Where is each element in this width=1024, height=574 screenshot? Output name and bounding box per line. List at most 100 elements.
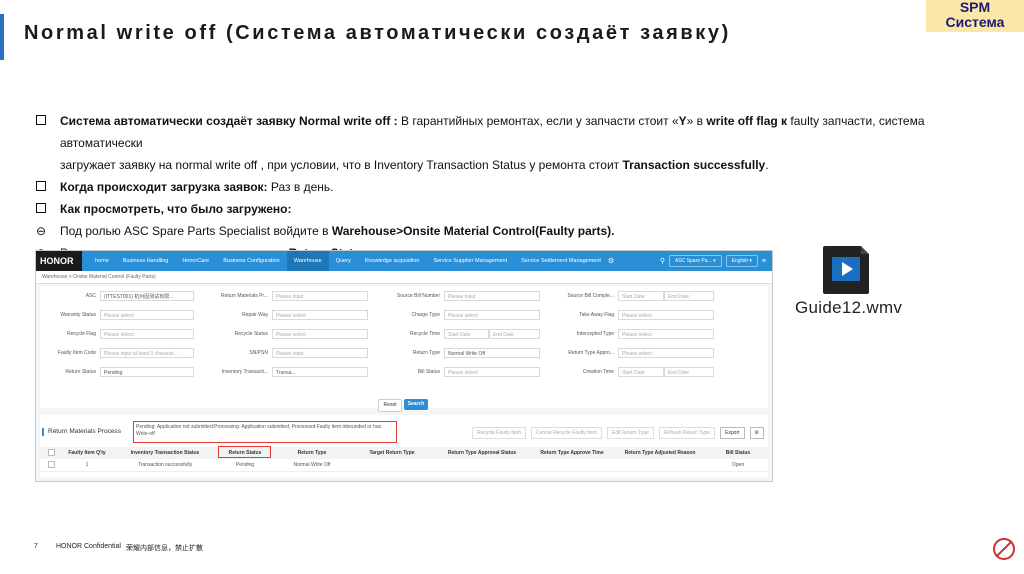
warranty-select[interactable]: Please select — [100, 310, 194, 320]
nav-item[interactable]: Business Configuration — [216, 251, 287, 271]
sbc-start-date[interactable]: Start Date — [618, 291, 664, 301]
app-navbar: HONOR home Business Handling HonorCare Busi… — [36, 251, 772, 271]
spm-badge: SPM Система — [926, 0, 1024, 32]
recycle-start-date[interactable]: Start Date — [444, 329, 489, 339]
nav-item[interactable]: HonorCare — [175, 251, 216, 271]
cancel-recycle-button[interactable]: Cancel Recycle Faulty Item — [531, 427, 602, 439]
creation-start-date[interactable]: Start Date — [618, 367, 664, 377]
refresh-return-type-button[interactable]: Refresh Return Type — [659, 427, 716, 439]
bill-status-select[interactable]: Please select — [444, 367, 540, 377]
cell — [532, 459, 612, 471]
export-button[interactable]: Export — [720, 427, 745, 439]
cell: Transaction successfully — [137, 462, 193, 468]
rta-select[interactable]: Please select — [618, 348, 714, 358]
nav-item[interactable]: Business Handling — [116, 251, 176, 271]
gear-icon[interactable]: ⚙ — [608, 257, 614, 265]
play-icon — [842, 262, 853, 276]
sbc-field: Source Bill Comple... Start Date End Date — [542, 290, 714, 302]
row-checkbox[interactable] — [40, 459, 62, 471]
nav-item[interactable]: Query — [329, 251, 358, 271]
return-status-highlight — [218, 446, 271, 458]
nav-item[interactable]: Service Supplier Management — [426, 251, 514, 271]
sbc-end-date[interactable]: End Date — [664, 291, 714, 301]
creation-time-field: Creation Time Start Date End Date — [542, 366, 714, 378]
nav-item[interactable]: Warehouse — [286, 251, 329, 271]
return-materials-section: Return Materials Process Pending: Applic… — [40, 415, 768, 477]
square-bullet-icon — [36, 180, 46, 194]
source-bill-input[interactable]: Please input — [444, 291, 540, 301]
sn-field: SN/PSN Please input — [200, 347, 368, 359]
col-header: Inventory Transaction Status — [130, 450, 200, 456]
bullet-item: Система автоматически создаёт заявку Nor… — [36, 110, 996, 154]
section-title: Return Materials Process — [42, 428, 121, 436]
col-header: Return Type — [297, 450, 327, 456]
title-accent-bar — [0, 14, 4, 60]
charge-type-select[interactable]: Please select — [444, 310, 540, 320]
col-header: Return Type Approval Status — [447, 450, 517, 456]
inventory-select[interactable]: Transa... — [272, 367, 368, 377]
search-button[interactable]: Search — [404, 399, 428, 410]
recycle-end-date[interactable]: End Date — [489, 329, 540, 339]
search-icon[interactable]: ⚲ — [660, 257, 665, 265]
return-status-select[interactable]: Pending — [100, 367, 194, 377]
cell: Normal Write Off — [293, 462, 331, 468]
repair-way-select[interactable]: Please select — [272, 310, 368, 320]
col-header: Target Return Type — [369, 450, 415, 456]
source-bill-field: Source Bill Number Please input — [370, 290, 540, 302]
language-select[interactable]: English ▾ — [725, 255, 758, 267]
cell: Pending — [235, 462, 255, 468]
footer-cn-text: 荣耀内部信息，禁止扩散 — [126, 545, 203, 552]
rmp-input[interactable]: Please input — [272, 291, 368, 301]
sn-input[interactable]: Please input — [272, 348, 368, 358]
no-distribution-icon — [993, 538, 1015, 560]
repair-way-field: Repair Way Please select — [200, 309, 368, 321]
circle-minus-bullet-icon: ⊖ — [36, 224, 47, 238]
status-tooltip: Pending: Application not submitted;Proce… — [133, 421, 397, 443]
video-file-icon[interactable] — [823, 246, 869, 294]
reset-button[interactable]: Reset — [378, 399, 402, 412]
cell — [432, 459, 532, 471]
menu-icon[interactable]: ≡ — [762, 258, 766, 265]
square-bullet-icon — [36, 202, 46, 216]
slide-title: Normal write off (Система автоматически … — [24, 22, 731, 44]
asc-field: ASC (ITTEST001) 杭州固测试有限... — [40, 290, 194, 302]
faulty-code-input[interactable]: Please input at least 3 characte... — [100, 348, 194, 358]
settings-icon[interactable]: ⚙ — [749, 427, 764, 439]
faulty-code-field: Faulty Item Code Please input at least 3 … — [40, 347, 194, 359]
recycle-time-field: Recycle Time Start Date End Date — [370, 328, 540, 340]
nav-menu: home Business Handling HonorCare Business C… — [88, 251, 608, 271]
return-status-field: Return Status Pending — [40, 366, 194, 378]
bullet-text: загружает заявку на normal write off , п… — [60, 158, 769, 172]
recycle-status-select[interactable]: Please select — [272, 329, 368, 339]
nav-item[interactable]: home — [88, 251, 116, 271]
warranty-field: Warranty Status Please select — [40, 309, 194, 321]
rmp-field: Return Materials Pr... Please input — [200, 290, 368, 302]
app-screenshot: HONOR home Business Handling HonorCare Busi… — [35, 250, 773, 482]
bullet-continuation: загружает заявку на normal write off , п… — [36, 154, 996, 176]
role-select[interactable]: ASC Spare Pa... ▾ — [669, 255, 722, 267]
col-header: Bill Status — [725, 450, 751, 456]
bullet-text: Под ролью ASC Spare Parts Specialist вой… — [60, 224, 615, 238]
creation-end-date[interactable]: End Date — [664, 367, 714, 377]
recycle-flag-select[interactable]: Please select — [100, 329, 194, 339]
nav-item[interactable]: Knowledge acquisition — [358, 251, 427, 271]
asc-select[interactable]: (ITTEST001) 杭州固测试有限... — [100, 291, 194, 301]
col-header: Faulty Item Q'ty — [68, 450, 106, 456]
edit-return-type-button[interactable]: Edit Return Type — [606, 427, 655, 439]
rta-field: Return Type Appro... Please select — [542, 347, 714, 359]
intercepted-select[interactable]: Please select — [618, 329, 714, 339]
table-header: Faulty Item Q'ty Inventory Transaction S… — [40, 447, 768, 459]
select-all-checkbox[interactable] — [40, 447, 62, 459]
bullet-text: Как просмотреть, что было загружено: — [60, 202, 292, 216]
table-row[interactable]: 1 Transaction successfully Pending Norma… — [40, 459, 768, 472]
badge-line1: SPM — [959, 0, 991, 15]
table-toolbar: Recycle Faulty Item Cancel Recycle Fault… — [472, 427, 764, 439]
nav-item[interactable]: Service Settlement Management — [514, 251, 608, 271]
bullet-text: Система автоматически создаёт заявку Nor… — [60, 114, 925, 150]
page-number: 7 — [34, 543, 38, 550]
return-type-select[interactable]: Normal Write Off — [444, 348, 540, 358]
recycle-faulty-button[interactable]: Recycle Faulty Item — [472, 427, 526, 439]
recycle-flag-field: Recycle Flag Please select — [40, 328, 194, 340]
take-away-select[interactable]: Please select — [618, 310, 714, 320]
video-file-name[interactable]: Guide12.wmv — [795, 298, 902, 318]
